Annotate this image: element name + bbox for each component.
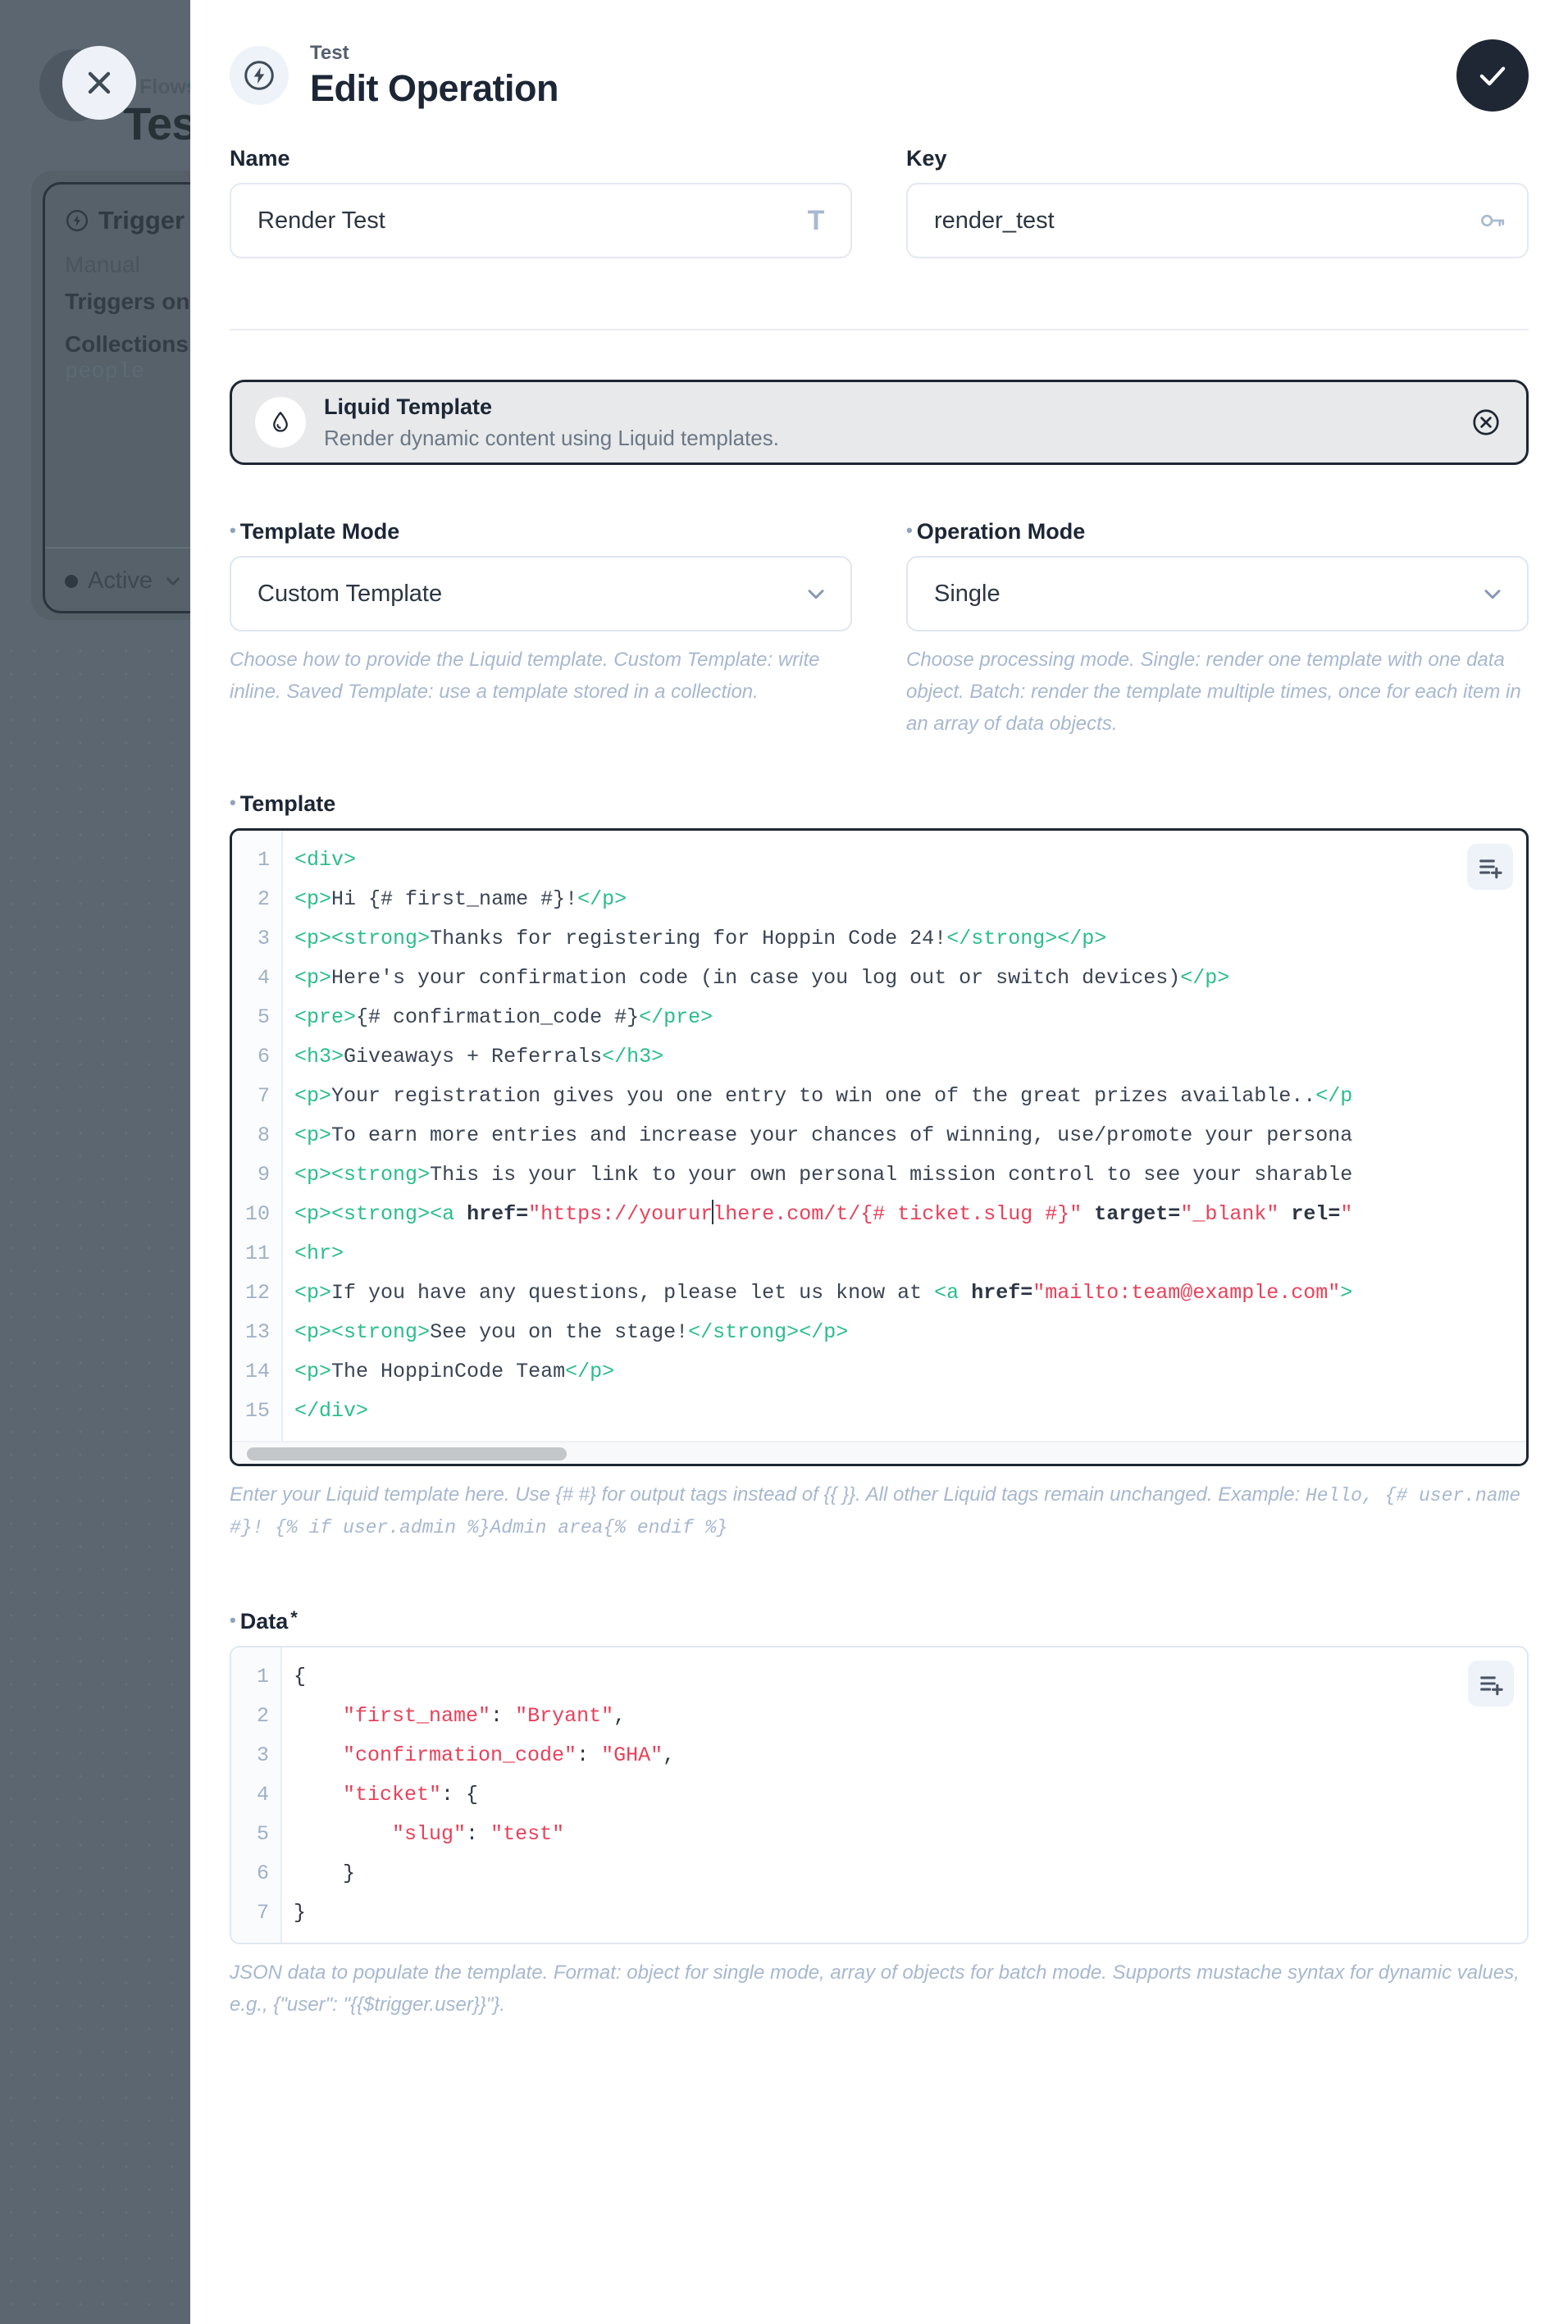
confirm-button[interactable] <box>1456 39 1529 112</box>
operation-type-description: Render dynamic content using Liquid temp… <box>324 426 779 451</box>
clear-operation-button[interactable] <box>1469 405 1503 440</box>
template-hscrollbar[interactable] <box>232 1440 1526 1464</box>
template-insert-button[interactable] <box>1467 843 1513 890</box>
template-editor-section: Template 123456789101112131415 <div><p>H… <box>230 791 1529 1544</box>
modal-eyebrow: Test <box>310 42 349 64</box>
name-key-row: Name T Key <box>230 146 1529 258</box>
operation-mode-label: Operation Mode <box>906 519 1529 545</box>
bolt-circle-icon <box>244 61 274 90</box>
template-mode-select-wrap: Custom Template <box>230 556 852 631</box>
template-code-content[interactable]: <div> <p>Hi {# first_name #}!</p> <p><stro… <box>283 831 1526 1441</box>
operation-mode-select[interactable]: Single <box>906 556 1529 631</box>
data-code-content[interactable]: { "first_name": "Bryant", "confirmation_… <box>282 1647 1527 1943</box>
name-field-group: Name T <box>230 146 852 258</box>
data-label: Data* <box>230 1607 1529 1634</box>
edit-operation-modal: Test Edit Operation Name T Key <box>190 0 1568 2324</box>
key-input[interactable] <box>906 183 1529 258</box>
check-icon <box>1479 66 1506 86</box>
trigger-card-title: Trigger <box>98 206 185 235</box>
name-input-wrap: T <box>230 183 852 258</box>
modal-header-titles: Test Edit Operation <box>310 42 559 110</box>
template-mode-group: Template Mode Custom Template Choose how… <box>230 519 852 740</box>
data-editor-scroll: 1234567 { "first_name": "Bryant", "confi… <box>231 1647 1527 1944</box>
modal-header-left: Test Edit Operation <box>230 42 559 110</box>
list-plus-icon <box>1480 1676 1503 1696</box>
template-mode-help: Choose how to provide the Liquid templat… <box>230 649 820 703</box>
bolt-circle-icon <box>66 209 89 232</box>
name-label: Name <box>230 146 290 171</box>
status-label: Active <box>88 567 153 594</box>
data-editor-section: Data* 1234567 { "first_name": "Bryant", <box>230 1607 1529 2021</box>
data-label-text: Data <box>239 1609 289 1634</box>
close-icon <box>88 71 111 94</box>
operation-type-card[interactable]: Liquid Template Render dynamic content u… <box>230 380 1529 465</box>
template-line-numbers: 1 2 3 4 5 6 7 8 9 10 11 12 13 14 15 <box>232 830 283 1441</box>
section-divider <box>230 329 1529 330</box>
circle-x-icon <box>1473 409 1499 435</box>
template-mode-label: Template Mode <box>230 519 852 545</box>
template-hscrollbar-thumb[interactable] <box>247 1447 567 1460</box>
data-code-editor[interactable]: 1234567 { "first_name": "Bryant", "confi… <box>230 1646 1529 1945</box>
close-button[interactable] <box>62 46 136 120</box>
operation-mode-help: Choose processing mode. Single: render o… <box>906 649 1521 735</box>
key-field-group: Key <box>906 146 1529 258</box>
modes-row: Template Mode Custom Template Choose how… <box>230 519 1529 740</box>
data-help: JSON data to populate the template. Form… <box>230 1962 1520 2016</box>
operation-type-text: Liquid Template Render dynamic content u… <box>324 394 1469 452</box>
data-line-numbers: 1234567 <box>231 1647 282 1944</box>
operation-avatar <box>230 45 289 105</box>
droplet-icon <box>255 397 306 448</box>
template-help: Enter your Liquid template here. Use {# … <box>230 1479 1529 1544</box>
template-label: Template <box>230 791 1529 817</box>
chevron-down-icon <box>166 576 180 586</box>
canvas-dot-grid <box>0 640 213 2324</box>
page-title: Edit Operation <box>310 67 559 110</box>
required-marker: * <box>290 1607 298 1629</box>
modal-header: Test Edit Operation <box>190 0 1568 146</box>
list-plus-icon <box>1479 859 1502 878</box>
status-badge[interactable]: Active <box>65 567 184 595</box>
name-input[interactable] <box>230 183 852 258</box>
template-code-editor[interactable]: 1 2 3 4 5 6 7 8 9 10 11 12 13 14 15 <div> <p>Hi {# firs… <box>230 827 1529 1466</box>
template-mode-select[interactable]: Custom Template <box>230 556 852 631</box>
operation-mode-select-wrap: Single <box>906 556 1529 631</box>
template-help-plain: Enter your Liquid template here. Use {# … <box>230 1483 1306 1506</box>
operation-type-title: Liquid Template <box>324 394 493 419</box>
status-dot <box>65 574 78 588</box>
operation-mode-group: Operation Mode Single Choose processing … <box>906 519 1529 740</box>
breadcrumb[interactable]: Flows <box>139 75 198 99</box>
key-label: Key <box>906 146 947 171</box>
data-insert-button[interactable] <box>1468 1661 1514 1707</box>
key-input-wrap <box>906 183 1529 258</box>
template-editor-scroll: 1 2 3 4 5 6 7 8 9 10 11 12 13 14 15 <div> <p>Hi {# firs… <box>232 830 1526 1441</box>
modal-body: Name T Key <box>190 146 1568 2021</box>
